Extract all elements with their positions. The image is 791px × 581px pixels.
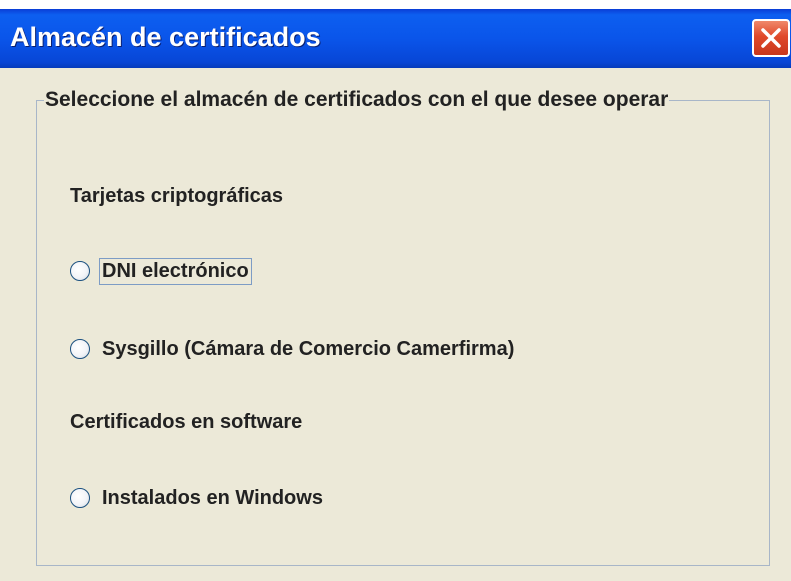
- radio-label-sysgillo[interactable]: Sysgillo (Cámara de Comercio Camerfirma): [99, 336, 517, 363]
- radio-button-dnie[interactable]: [70, 261, 90, 281]
- title-bar[interactable]: Almacén de certificados: [0, 9, 791, 68]
- window-title: Almacén de certificados: [10, 22, 321, 52]
- close-icon: [761, 28, 781, 48]
- section-label-software: Certificados en software: [70, 411, 303, 433]
- radio-button-windows[interactable]: [70, 488, 90, 508]
- close-button[interactable]: [752, 19, 790, 57]
- group-legend: Seleccione el almacén de certificados co…: [44, 88, 670, 112]
- radio-option-sysgillo[interactable]: Sysgillo (Cámara de Comercio Camerfirma): [70, 334, 517, 364]
- radio-option-windows[interactable]: Instalados en Windows: [70, 483, 326, 513]
- section-label-cards: Tarjetas criptográficas: [70, 185, 284, 207]
- radio-option-dnie[interactable]: DNI electrónico: [70, 256, 252, 286]
- certificate-store-dialog: Almacén de certificados Seleccione el al…: [0, 0, 791, 581]
- top-band: [0, 0, 791, 9]
- radio-button-sysgillo[interactable]: [70, 339, 90, 359]
- radio-label-windows[interactable]: Instalados en Windows: [99, 485, 326, 512]
- radio-label-dnie[interactable]: DNI electrónico: [99, 257, 252, 285]
